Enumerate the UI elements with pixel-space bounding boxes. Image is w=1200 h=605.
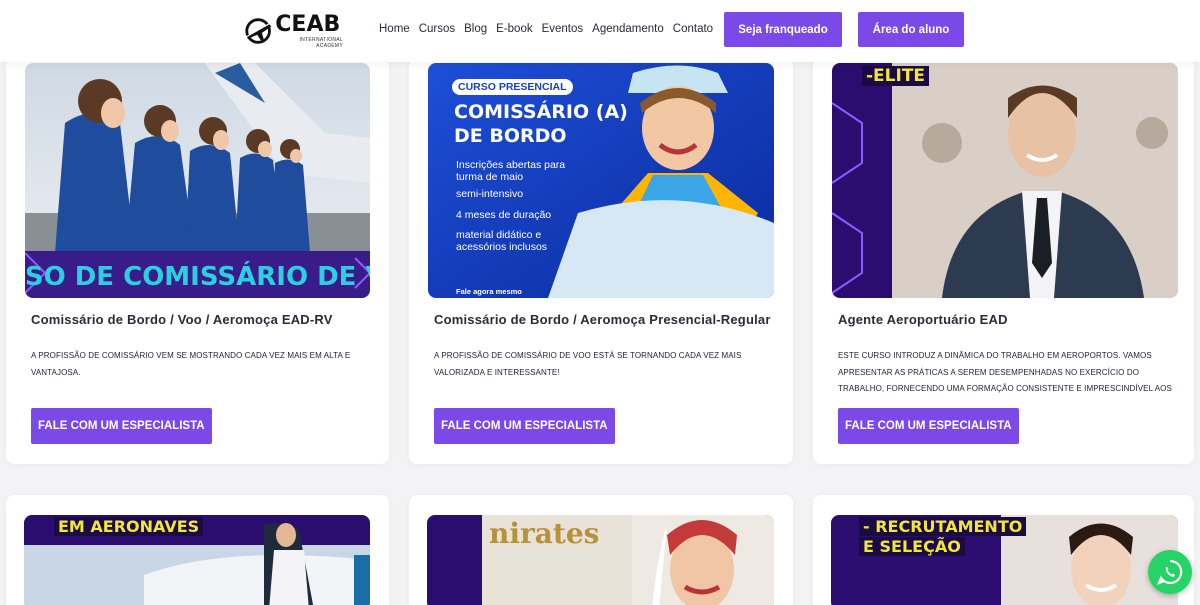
talk-to-specialist-button[interactable]: FALE COM UM ESPECIALISTA xyxy=(434,408,615,444)
course-title[interactable]: Comissário de Bordo / Voo / Aeromoça EAD… xyxy=(31,312,333,327)
nav-ebook[interactable]: E-book xyxy=(496,23,532,35)
nav-contato[interactable]: Contato xyxy=(673,23,713,35)
course-card-ead-rv: CURSO DE COMISSÁRIO DE VOO Comissário de… xyxy=(6,58,389,464)
presencial-bullet-3: 4 meses de duração xyxy=(456,209,552,221)
nav-agendamento[interactable]: Agendamento xyxy=(592,23,664,35)
plane-globe-icon xyxy=(244,18,272,44)
nav-home[interactable]: Home xyxy=(379,23,410,35)
aircraft-tag: EM AERONAVES xyxy=(54,517,204,536)
course-image-emirates[interactable]: nirates xyxy=(427,515,774,605)
course-image-airport-agent[interactable]: -ELITE xyxy=(832,63,1178,298)
presencial-headline-2: DE BORDO xyxy=(454,125,567,147)
whatsapp-button[interactable] xyxy=(1148,550,1192,594)
course-card-row2-2: nirates xyxy=(409,495,793,605)
elite-tag: -ELITE xyxy=(862,66,930,86)
emirates-attendant-photo xyxy=(427,515,774,605)
recruitment-tag-1: - RECRUTAMENTO xyxy=(859,517,1027,536)
course-image-presencial[interactable]: CURSO PRESENCIAL COMISSÁRIO (A) DE BORDO… xyxy=(428,63,774,298)
course-image-aircraft[interactable]: EM AERONAVES xyxy=(24,515,370,605)
main-nav: Home Cursos Blog E-book Eventos Agendame… xyxy=(379,23,713,35)
emirates-logo-text: nirates xyxy=(489,517,600,550)
course-image-flight-attendants[interactable]: CURSO DE COMISSÁRIO DE VOO xyxy=(25,63,370,298)
nav-eventos[interactable]: Eventos xyxy=(542,23,584,35)
course-card-row2-3: - RECRUTAMENTO E SELEÇÃO xyxy=(813,495,1194,605)
recruitment-tag-2: E SELEÇÃO xyxy=(859,537,965,556)
course-card-presencial: CURSO PRESENCIAL COMISSÁRIO (A) DE BORDO… xyxy=(409,58,793,464)
flight-attendants-illustration: CURSO DE COMISSÁRIO DE VOO xyxy=(25,63,370,298)
presencial-tag: CURSO PRESENCIAL xyxy=(452,79,573,95)
course-title[interactable]: Comissário de Bordo / Aeromoça Presencia… xyxy=(434,312,771,327)
presencial-headline-1: COMISSÁRIO (A) xyxy=(454,101,628,123)
student-area-button[interactable]: Área do aluno xyxy=(858,12,964,47)
course-description: A PROFISSÃO DE COMISSÁRIO DE VOO ESTÁ SE… xyxy=(434,351,742,377)
whatsapp-icon xyxy=(1157,559,1183,585)
course-description: A PROFISSÃO DE COMISSÁRIO VEM SE MOSTRAN… xyxy=(31,351,351,377)
course-card-row2-1: EM AERONAVES xyxy=(6,495,389,605)
talk-to-specialist-button[interactable]: FALE COM UM ESPECIALISTA xyxy=(31,408,212,444)
course-title[interactable]: Agente Aeroportuário EAD xyxy=(838,312,1008,327)
course-image-recruitment[interactable]: - RECRUTAMENTO E SELEÇÃO xyxy=(831,515,1178,605)
presencial-footer: Fale agora mesmo xyxy=(456,287,522,296)
logo-subtitle: INTERNATIONAL ACADEMY xyxy=(299,36,343,49)
franchise-button[interactable]: Seja franqueado xyxy=(724,12,842,47)
presencial-bullet-4: material didático e acessórios inclusos xyxy=(456,229,548,253)
presencial-bullet-1: Inscrições abertas para turma de maio xyxy=(456,159,566,183)
airport-agent-photo xyxy=(832,63,1178,298)
nav-cursos[interactable]: Cursos xyxy=(419,23,455,35)
course-card-agente-aeroportuario: -ELITE Agente Aeroportuário EAD ESTE CUR… xyxy=(813,58,1194,464)
logo-wordmark: CEAB xyxy=(275,11,341,37)
course-description: ESTE CURSO INTRODUZ A DINÂMICA DO TRABAL… xyxy=(838,351,1172,393)
course-image-caption: CURSO DE COMISSÁRIO DE VOO xyxy=(25,260,370,292)
nav-blog[interactable]: Blog xyxy=(464,23,487,35)
ceab-logo[interactable]: CEAB INTERNATIONAL ACADEMY xyxy=(243,11,343,49)
talk-to-specialist-button[interactable]: FALE COM UM ESPECIALISTA xyxy=(838,408,1019,444)
site-header: CEAB INTERNATIONAL ACADEMY Home Cursos B… xyxy=(0,0,1200,62)
presencial-bullet-2: semi-intensivo xyxy=(456,188,524,200)
